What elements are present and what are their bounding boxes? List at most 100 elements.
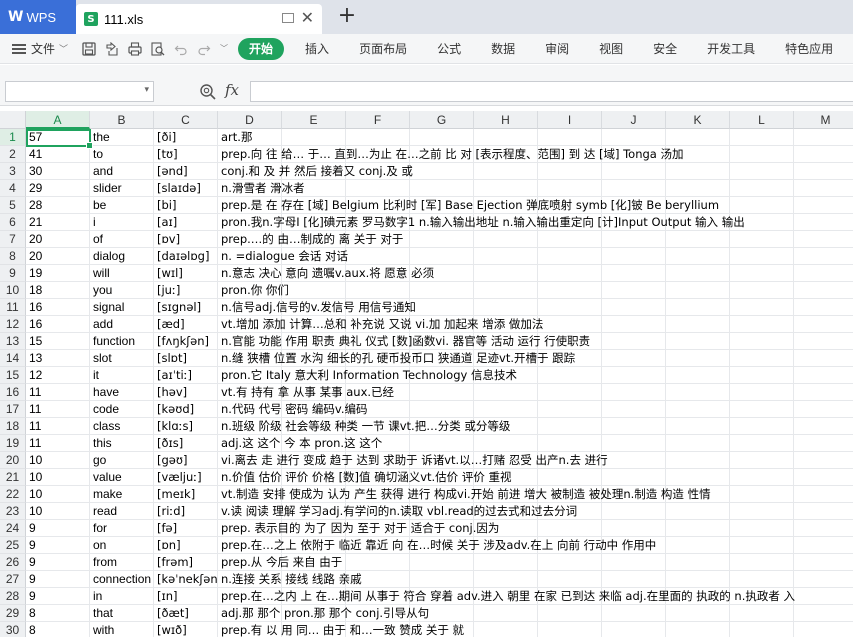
cell-c[interactable]: [juː] [154,282,218,298]
row-header[interactable]: 25 [0,537,26,554]
row-header[interactable]: 18 [0,418,26,435]
row-header[interactable]: 22 [0,486,26,503]
cell-d[interactable]: vt.增加 添加 计算…总和 补充说 又说 vi.加 加起来 增添 做加法 [218,316,853,332]
cell-c[interactable]: [həv] [154,384,218,400]
cell-c[interactable]: [riːd] [154,503,218,519]
column-header-f[interactable]: F [346,111,410,129]
cell-c[interactable]: [kəʊd] [154,401,218,417]
cell-b[interactable]: code [90,401,154,417]
ribbon-tab-9[interactable]: 特色应用 [770,38,848,60]
cell-d[interactable]: n. =dialogue 会话 对话 [218,248,853,264]
cell-b[interactable]: make [90,486,154,502]
cell-a[interactable]: 21 [26,214,90,230]
column-header-c[interactable]: C [154,111,218,129]
column-header-h[interactable]: H [474,111,538,129]
cell-b[interactable]: that [90,605,154,621]
print-preview-icon[interactable] [151,41,165,56]
cell-b[interactable]: dialog [90,248,154,264]
cell-c[interactable]: [slɒt] [154,350,218,366]
cell-a[interactable]: 10 [26,469,90,485]
cell-d[interactable]: vt.有 持有 拿 从事 某事 aux.已经 [218,384,853,400]
ribbon-tab-0[interactable]: 开始 [238,37,285,60]
cell-c[interactable]: [væljuː] [154,469,218,485]
cell-a[interactable]: 41 [26,146,90,162]
formula-input[interactable] [250,81,853,102]
cell-d[interactable]: n.缝 狭槽 位置 水沟 细长的孔 硬币投币口 狭通道 足迹vt.开槽于 跟踪 [218,350,853,366]
cell-c[interactable]: [kəˈnekʃən] [154,571,218,587]
row-header[interactable]: 21 [0,469,26,486]
chevron-down-icon[interactable]: ﹀ [220,42,228,56]
row-header[interactable]: 3 [0,163,26,180]
row-header[interactable]: 26 [0,554,26,571]
cell-d[interactable]: prep.有 以 用 同… 由于 和…一致 赞成 关于 就 [218,622,853,637]
column-header-e[interactable]: E [282,111,346,129]
cell-b[interactable]: connection [90,571,154,587]
cell-a[interactable]: 29 [26,180,90,196]
ribbon-tab-6[interactable]: 视图 [584,38,638,60]
column-header-k[interactable]: K [666,111,730,129]
cell-a[interactable]: 9 [26,554,90,570]
cell-a[interactable]: 11 [26,435,90,451]
cell-a[interactable]: 11 [26,401,90,417]
cell-c[interactable]: [æd] [154,316,218,332]
cell-a[interactable]: 12 [26,367,90,383]
row-header[interactable]: 29 [0,605,26,622]
cell-c[interactable]: [fə] [154,520,218,536]
ribbon-tab-5[interactable]: 审阅 [530,38,584,60]
cell-c[interactable]: [ɒn] [154,537,218,553]
cell-d[interactable]: adj.那 那个 pron.那 那个 conj.引导从句 [218,605,853,621]
cell-b[interactable]: function [90,333,154,349]
ribbon-tab-4[interactable]: 数据 [476,38,530,60]
cell-b[interactable]: will [90,265,154,281]
cell-a[interactable]: 13 [26,350,90,366]
zoom-icon[interactable] [199,83,217,101]
cell-c[interactable]: [bi] [154,197,218,213]
cell-d[interactable]: prep.向 往 给… 于… 直到…为止 在…之前 比 对 [表示程度、范围] … [218,146,853,162]
cell-d[interactable]: n.价值 估价 评价 价格 [数]值 确切涵义vt.估价 评价 重视 [218,469,853,485]
cell-a[interactable]: 10 [26,503,90,519]
row-header[interactable]: 24 [0,520,26,537]
cell-b[interactable]: the [90,129,154,145]
cell-c[interactable]: [gəʊ] [154,452,218,468]
cell-b[interactable]: have [90,384,154,400]
cell-b[interactable]: for [90,520,154,536]
column-header-d[interactable]: D [218,111,282,129]
row-header[interactable]: 28 [0,588,26,605]
cell-b[interactable]: slot [90,350,154,366]
tab-file[interactable]: S 111.xls ✕ [76,4,322,34]
row-header[interactable]: 15 [0,367,26,384]
row-header[interactable]: 27 [0,571,26,588]
row-header[interactable]: 8 [0,248,26,265]
cell-b[interactable]: read [90,503,154,519]
undo-icon[interactable] [174,42,188,56]
ribbon-tab-1[interactable]: 插入 [290,38,344,60]
cell-b[interactable]: of [90,231,154,247]
ribbon-tab-8[interactable]: 开发工具 [692,38,770,60]
cell-a[interactable]: 20 [26,248,90,264]
cell-d[interactable]: n.滑雪者 滑冰者 [218,180,853,196]
cell-a[interactable]: 16 [26,316,90,332]
cell-b[interactable]: add [90,316,154,332]
cell-b[interactable]: in [90,588,154,604]
cell-d[interactable]: n.意志 决心 意向 遗嘱v.aux.将 愿意 必须 [218,265,853,281]
ribbon-tab-2[interactable]: 页面布局 [344,38,422,60]
row-header[interactable]: 9 [0,265,26,282]
cell-c[interactable]: [wɪð] [154,622,218,637]
ribbon-tab-3[interactable]: 公式 [422,38,476,60]
cell-d[interactable]: vi.离去 走 进行 变成 趋于 达到 求助于 诉诸vt.以…打赌 忍受 出产n… [218,452,853,468]
row-header[interactable]: 19 [0,435,26,452]
row-header[interactable]: 30 [0,622,26,637]
close-tab-icon[interactable]: ✕ [301,9,314,27]
cell-a[interactable]: 11 [26,384,90,400]
chevron-down-icon[interactable]: ▾ [144,85,149,95]
column-header-m[interactable]: M [794,111,853,129]
cell-d[interactable]: prep.在…之内 上 在…期间 从事于 符合 穿着 adv.进入 朝里 在家 … [218,588,853,604]
cell-d[interactable]: prep.从 今后 来自 由于 [218,554,853,570]
column-header-g[interactable]: G [410,111,474,129]
cell-b[interactable]: you [90,282,154,298]
cell-a[interactable]: 9 [26,571,90,587]
row-header[interactable]: 6 [0,214,26,231]
redo-icon[interactable] [197,42,211,56]
ribbon-tab-7[interactable]: 安全 [638,38,692,60]
row-header[interactable]: 1 [0,129,26,146]
